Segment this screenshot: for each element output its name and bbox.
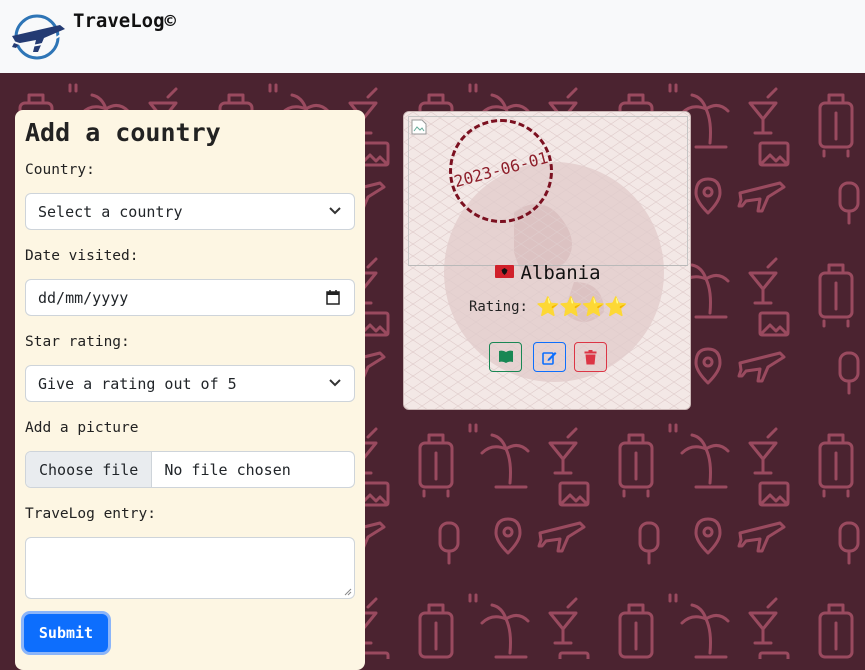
picture-label: Add a picture: [25, 420, 139, 436]
albania-flag-icon: [495, 265, 515, 278]
trash-icon: [584, 349, 597, 364]
rating-select[interactable]: Give a rating out of 5: [25, 365, 355, 402]
broken-image-icon: [411, 119, 427, 135]
entry-textarea[interactable]: [25, 537, 355, 599]
rating-select-value: Give a rating out of 5: [38, 374, 237, 393]
date-placeholder: dd/mm/yyyy: [38, 288, 129, 307]
chevron-down-icon: [329, 207, 341, 215]
date-label: Date visited:: [25, 248, 139, 264]
picture-file-input[interactable]: Choose file No file chosen: [25, 451, 355, 488]
date-input[interactable]: dd/mm/yyyy: [25, 279, 355, 316]
rating-row: Rating: ⭐⭐⭐⭐: [404, 295, 690, 318]
calendar-icon[interactable]: [326, 290, 340, 305]
rating-label-text: Rating:: [468, 299, 528, 315]
country-name: Albania: [520, 262, 601, 284]
submit-button[interactable]: Submit: [24, 614, 108, 652]
read-entry-button[interactable]: [489, 342, 522, 372]
form-title: Add a country: [25, 118, 221, 147]
date-stamp: 2023-06-01: [449, 119, 553, 223]
stamp-date: 2023-06-01: [452, 147, 550, 192]
rating-label: Star rating:: [25, 334, 130, 350]
star-rating: ⭐⭐⭐⭐: [536, 296, 628, 318]
add-country-form: Add a country Country: Select a country …: [15, 110, 365, 670]
edit-icon: [542, 351, 557, 365]
country-label: Country:: [25, 162, 95, 178]
navbar: TraveLog©: [0, 0, 865, 73]
country-photo: 2023-06-01: [408, 116, 688, 266]
resize-grip-icon[interactable]: [344, 588, 352, 596]
choose-file-button[interactable]: Choose file: [26, 452, 153, 487]
chevron-down-icon: [329, 379, 341, 387]
delete-entry-button[interactable]: [574, 342, 607, 372]
edit-entry-button[interactable]: [533, 342, 566, 372]
file-status: No file chosen: [164, 460, 291, 479]
country-heading: Albania: [404, 262, 690, 284]
entry-label: TraveLog entry:: [25, 506, 156, 522]
brand-title[interactable]: TraveLog©: [73, 10, 176, 32]
book-icon: [498, 350, 513, 363]
country-select[interactable]: Select a country: [25, 193, 355, 230]
country-select-value: Select a country: [38, 202, 183, 221]
country-card: 2023-06-01 Albania Rating: ⭐⭐⭐⭐: [403, 111, 691, 410]
airplane-globe-icon[interactable]: [8, 12, 66, 62]
